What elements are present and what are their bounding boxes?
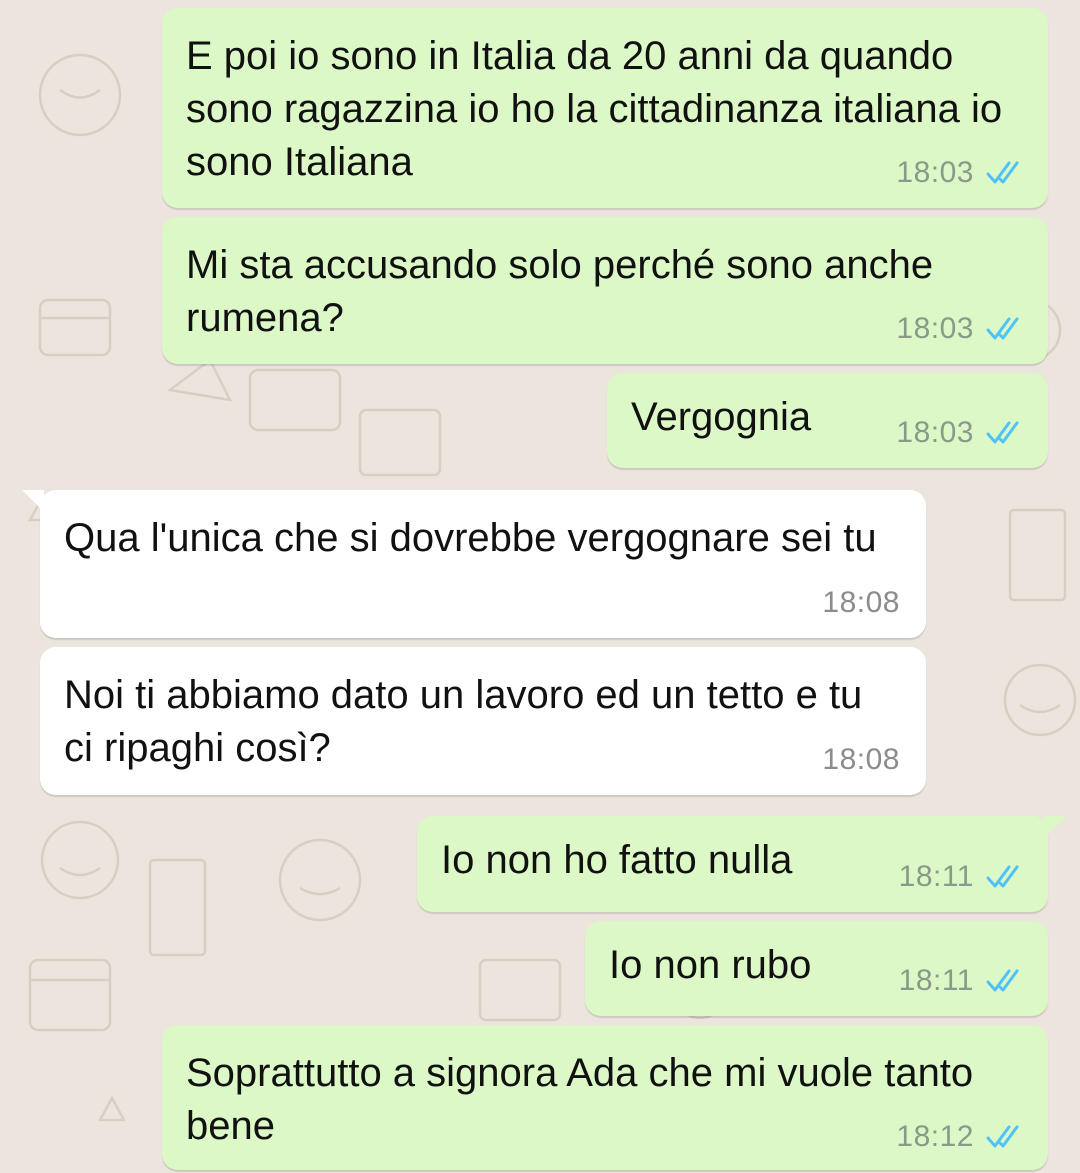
- double-check-read-icon: [986, 317, 1019, 340]
- double-check-read-icon: [986, 1125, 1019, 1148]
- message-bubble-outgoing[interactable]: Io non ho fatto nulla 18:11: [417, 816, 1066, 912]
- message-time: 18:08: [822, 743, 900, 776]
- message-meta: 18:03: [896, 156, 1026, 190]
- bubble-tail: [1044, 816, 1066, 838]
- message-meta: 18:08: [822, 743, 900, 777]
- message-time: 18:11: [898, 964, 974, 997]
- message-bubble-outgoing[interactable]: Soprattutto a signora Ada che mi vuole t…: [162, 1025, 1048, 1170]
- message-time: 18:08: [822, 586, 900, 619]
- message-time: 18:12: [896, 1120, 974, 1153]
- message-bubble-outgoing[interactable]: Io non rubo 18:11: [585, 921, 1048, 1016]
- message-time: 18:11: [898, 860, 974, 893]
- message-bubble-outgoing[interactable]: E poi io sono in Italia da 20 anni da qu…: [162, 8, 1048, 208]
- message-meta: 18:03: [896, 416, 1026, 450]
- double-check-read-icon: [986, 421, 1019, 444]
- double-check-read-icon: [986, 161, 1019, 184]
- message-meta: 18:11: [899, 964, 1026, 998]
- message-meta: 18:08: [822, 586, 900, 620]
- double-check-read-icon: [986, 865, 1019, 888]
- message-bubble-outgoing[interactable]: Mi sta accusando solo perché sono anche …: [162, 217, 1048, 364]
- message-time: 18:03: [896, 156, 974, 189]
- message-text: Noi ti abbiamo dato un lavoro ed un tett…: [64, 673, 863, 770]
- message-time: 18:03: [896, 312, 974, 345]
- double-check-read-icon: [986, 969, 1019, 992]
- message-meta: 18:03: [896, 312, 1026, 346]
- message-bubble-incoming[interactable]: Qua l'unica che si dovrebbe vergognare s…: [22, 490, 926, 638]
- bubble-tail: [22, 490, 44, 512]
- message-text: Qua l'unica che si dovrebbe vergognare s…: [64, 516, 877, 560]
- chat-thread: E poi io sono in Italia da 20 anni da qu…: [0, 0, 1080, 1173]
- message-meta: 18:11: [899, 860, 1026, 894]
- message-time: 18:03: [896, 416, 974, 449]
- message-bubble-outgoing[interactable]: Vergognia 18:03: [607, 373, 1048, 468]
- message-meta: 18:12: [896, 1120, 1026, 1154]
- message-bubble-incoming[interactable]: Noi ti abbiamo dato un lavoro ed un tett…: [40, 647, 926, 795]
